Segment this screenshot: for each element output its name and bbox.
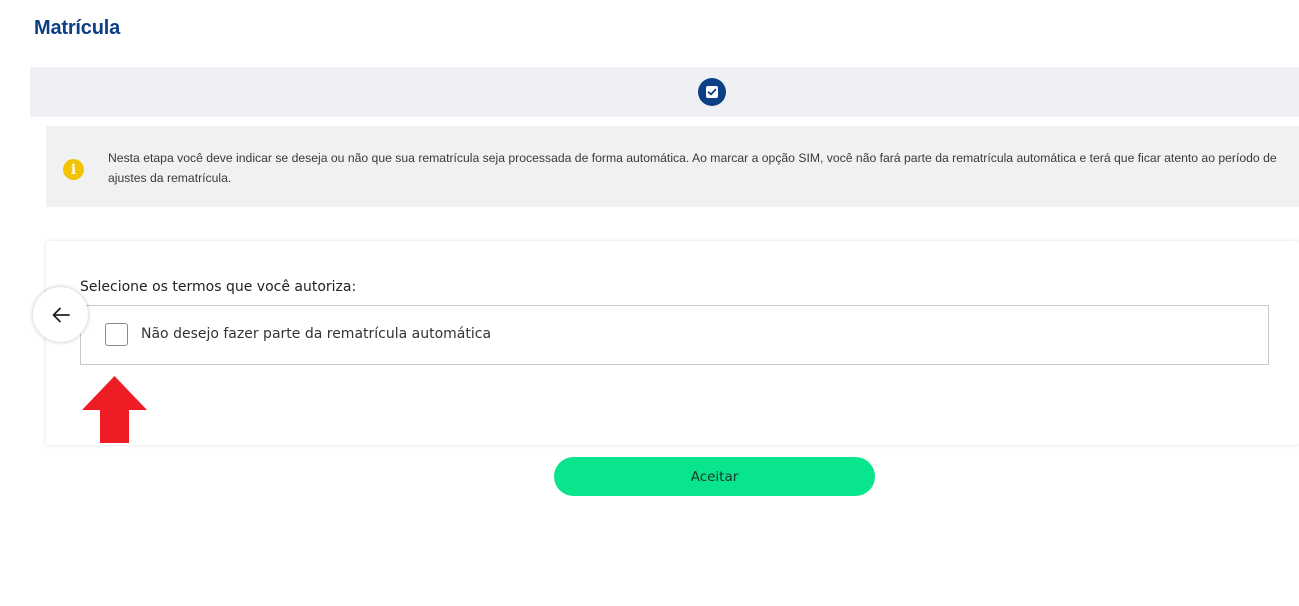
checkbox-checked-icon <box>706 86 718 98</box>
step-indicator[interactable] <box>698 78 726 106</box>
info-alert: i Nesta etapa você deve indicar se desej… <box>46 126 1299 207</box>
term-checkbox[interactable] <box>105 323 128 346</box>
info-message: Nesta etapa você deve indicar se deseja … <box>108 151 1277 185</box>
terms-label: Selecione os termos que você autoriza: <box>80 279 357 295</box>
stepper-bar <box>30 67 1299 117</box>
term-option-label[interactable]: Não desejo fazer parte da rematrícula au… <box>141 326 491 342</box>
page-title: Matrícula <box>34 17 121 39</box>
red-up-arrow-icon <box>82 376 147 443</box>
back-button[interactable] <box>33 287 88 342</box>
term-option[interactable]: Não desejo fazer parte da rematrícula au… <box>80 305 1269 365</box>
accept-button[interactable]: Aceitar <box>554 457 875 496</box>
arrow-left-icon <box>52 307 70 322</box>
info-icon: i <box>63 159 84 180</box>
terms-card: Selecione os termos que você autoriza: N… <box>46 241 1299 445</box>
